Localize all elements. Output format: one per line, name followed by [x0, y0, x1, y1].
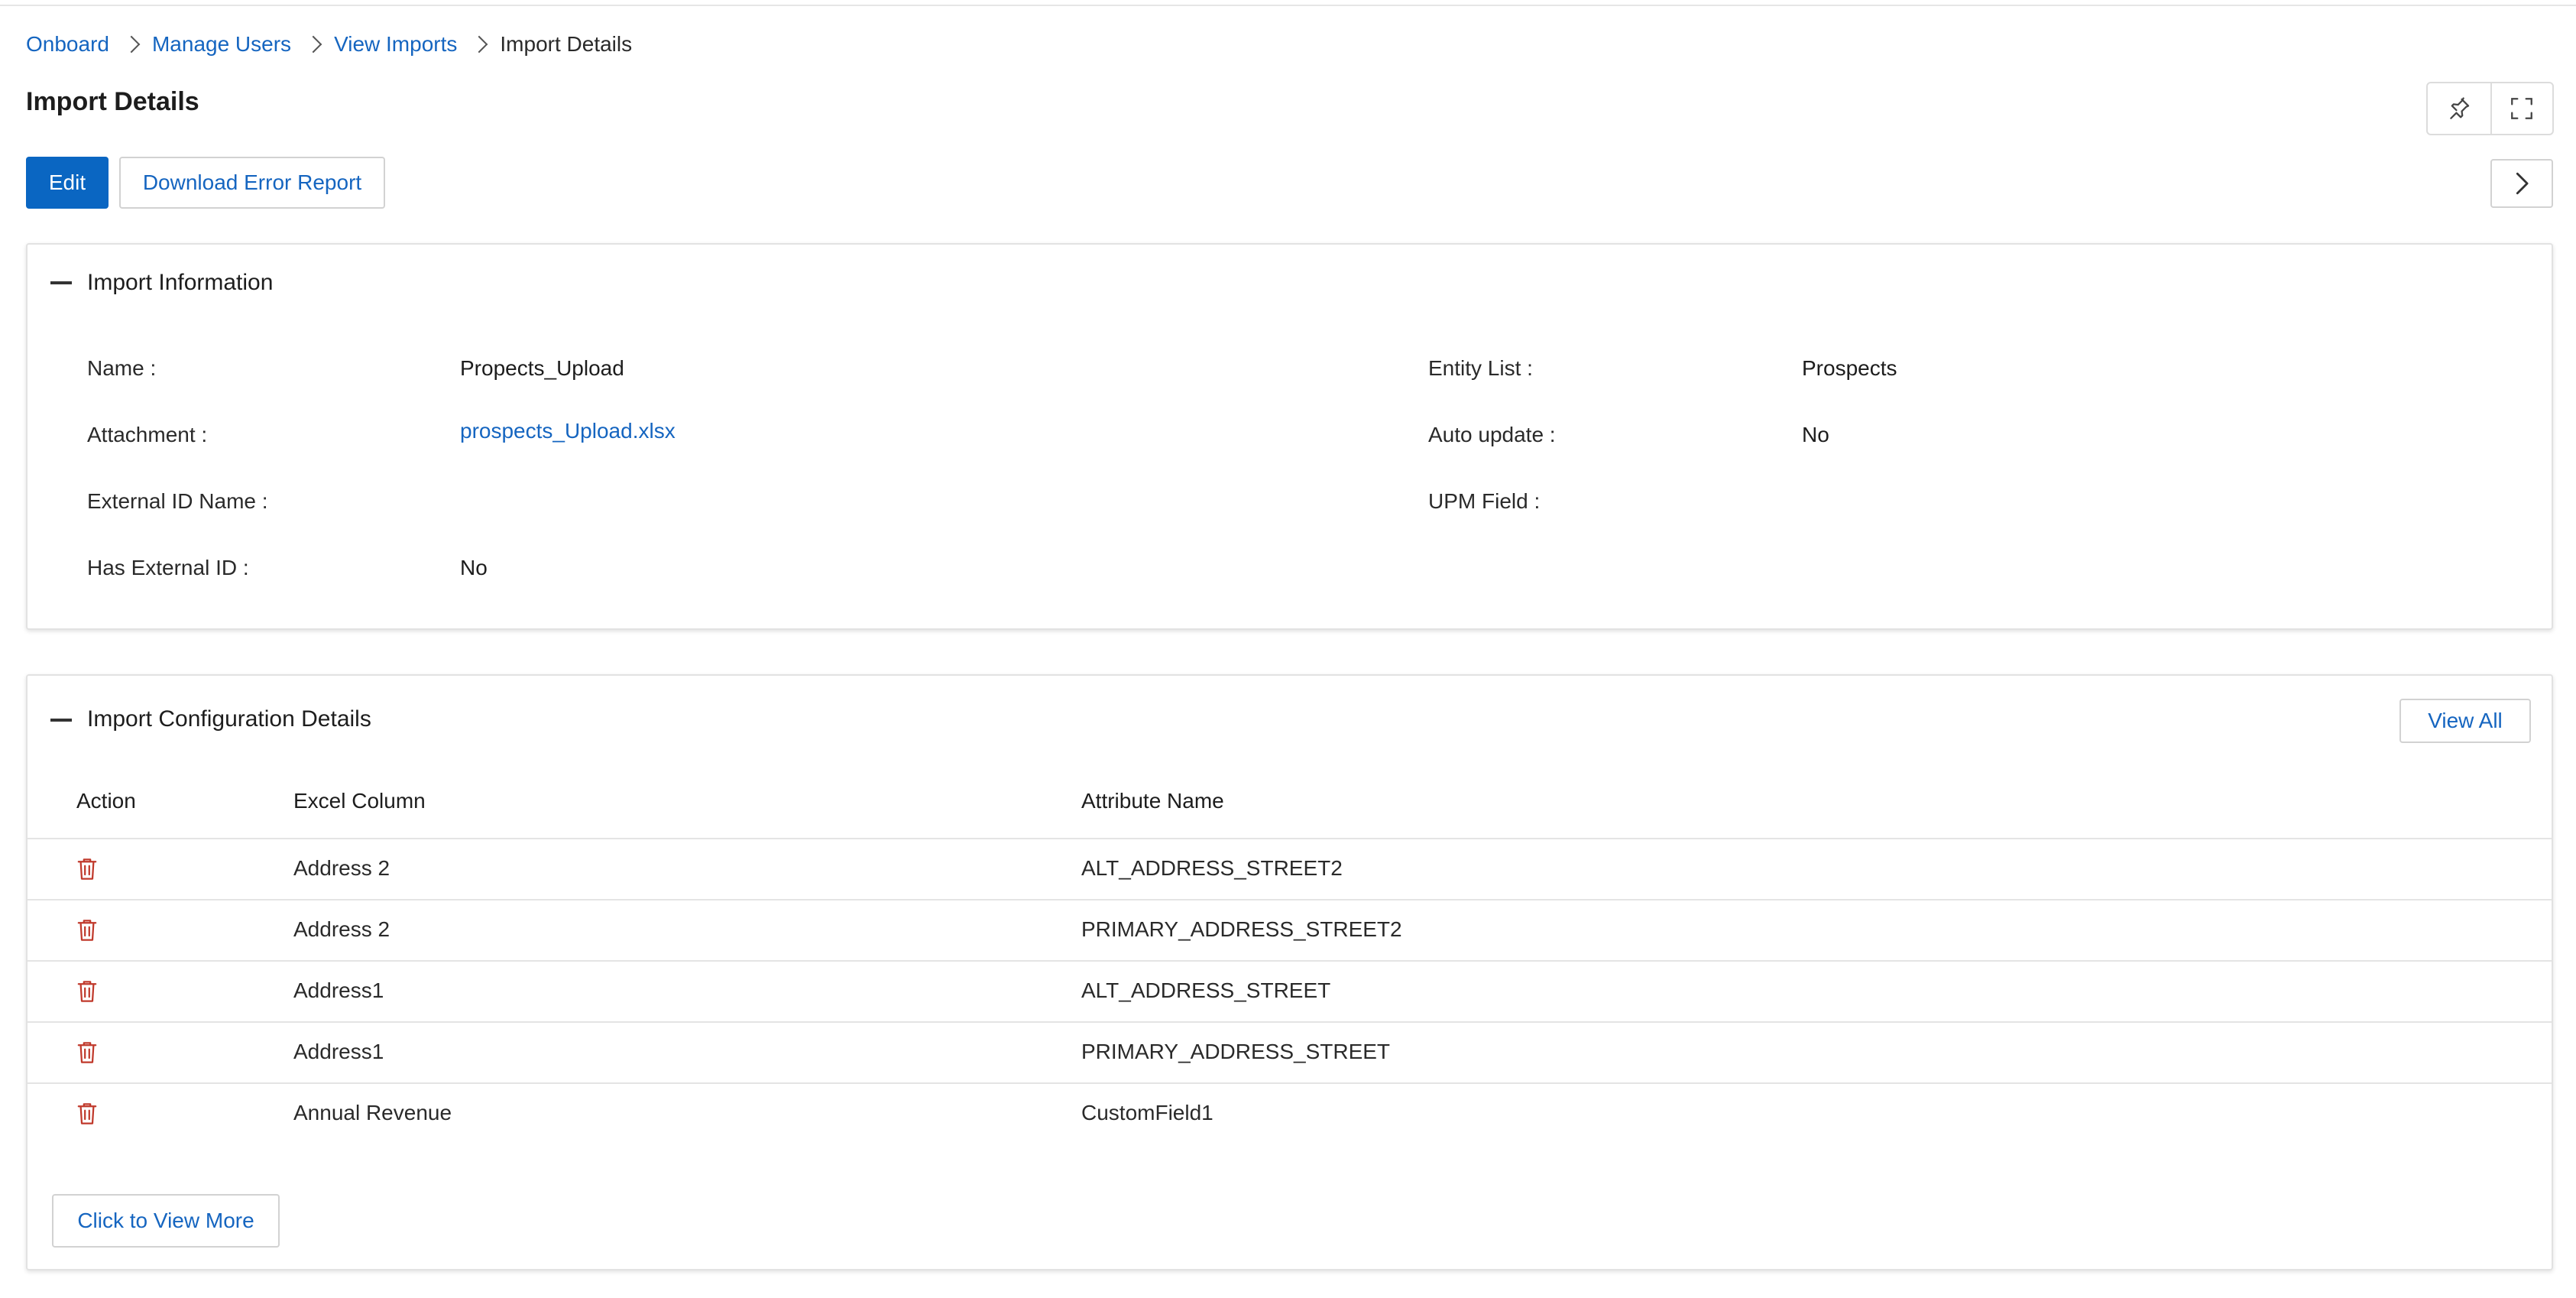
pin-icon	[2449, 97, 2469, 119]
has-external-id-label: Has External ID :	[87, 556, 249, 579]
trash-icon[interactable]	[76, 917, 98, 943]
breadcrumb-view-imports[interactable]: View Imports	[334, 32, 457, 57]
import-configuration-card: Import Configuration Details View All Ac…	[26, 674, 2553, 1270]
edit-button[interactable]: Edit	[26, 157, 109, 209]
import-information-card: Import Information Name : Propects_Uploa…	[26, 243, 2553, 630]
excel-column-cell: Annual Revenue	[293, 1101, 452, 1124]
pin-button[interactable]	[2428, 83, 2490, 134]
upm-field-label: UPM Field :	[1428, 489, 1541, 513]
view-controls	[2426, 82, 2554, 135]
table-row: Address 2 PRIMARY_ADDRESS_STREET2	[28, 899, 2552, 960]
next-button[interactable]	[2490, 159, 2553, 208]
breadcrumb-onboard[interactable]: Onboard	[26, 32, 109, 57]
excel-column-cell: Address 2	[293, 856, 390, 880]
entity-list-value: Prospects	[1802, 356, 1897, 380]
chevron-right-icon	[2516, 172, 2529, 195]
table-row: Address 2 ALT_ADDRESS_STREET2	[28, 838, 2552, 899]
trash-icon[interactable]	[76, 1101, 98, 1127]
import-configuration-title: Import Configuration Details	[87, 706, 371, 732]
entity-list-label: Entity List :	[1428, 356, 1533, 380]
click-to-view-more-button[interactable]: Click to View More	[52, 1194, 280, 1248]
fullscreen-icon	[2511, 98, 2533, 119]
excel-column-cell: Address1	[293, 978, 384, 1002]
attribute-name-cell: ALT_ADDRESS_STREET2	[1081, 856, 1343, 880]
has-external-id-value: No	[460, 556, 488, 579]
excel-column-cell: Address 2	[293, 917, 390, 941]
breadcrumb: Onboard Manage Users View Imports Import…	[26, 29, 632, 60]
trash-icon[interactable]	[76, 1040, 98, 1066]
trash-icon[interactable]	[76, 856, 98, 882]
auto-update-value: No	[1802, 423, 1829, 446]
name-value: Propects_Upload	[460, 356, 624, 380]
table-row: Address1 PRIMARY_ADDRESS_STREET	[28, 1021, 2552, 1082]
name-label: Name :	[87, 356, 157, 380]
column-header-excel-column: Excel Column	[293, 789, 426, 813]
fullscreen-button[interactable]	[2490, 83, 2553, 134]
download-error-report-button[interactable]: Download Error Report	[119, 157, 385, 209]
trash-icon[interactable]	[76, 978, 98, 1004]
attachment-link[interactable]: prospects_Upload.xlsx	[460, 419, 676, 443]
page-title: Import Details	[26, 87, 199, 116]
view-all-button[interactable]: View All	[2399, 699, 2531, 743]
chevron-right-icon	[109, 29, 152, 60]
import-information-title: Import Information	[87, 270, 274, 295]
column-header-action: Action	[76, 789, 136, 813]
minus-icon[interactable]	[50, 719, 72, 722]
chevron-right-icon	[457, 29, 500, 60]
auto-update-label: Auto update :	[1428, 423, 1556, 446]
attribute-name-cell: ALT_ADDRESS_STREET	[1081, 978, 1331, 1002]
breadcrumb-manage-users[interactable]: Manage Users	[152, 32, 291, 57]
external-id-name-label: External ID Name :	[87, 489, 268, 513]
import-information-header: Import Information	[28, 245, 2552, 321]
top-divider	[0, 0, 2576, 6]
column-header-attribute-name: Attribute Name	[1081, 789, 1224, 813]
table-row: Annual Revenue CustomField1	[28, 1082, 2552, 1144]
breadcrumb-current: Import Details	[500, 32, 633, 56]
excel-column-cell: Address1	[293, 1040, 384, 1063]
attribute-name-cell: PRIMARY_ADDRESS_STREET	[1081, 1040, 1391, 1063]
minus-icon[interactable]	[50, 281, 72, 284]
table-row: Address1 ALT_ADDRESS_STREET	[28, 960, 2552, 1021]
chevron-right-icon	[291, 29, 334, 60]
attribute-name-cell: CustomField1	[1081, 1101, 1213, 1124]
import-configuration-header: Import Configuration Details	[28, 676, 2552, 767]
attribute-name-cell: PRIMARY_ADDRESS_STREET2	[1081, 917, 1402, 941]
attachment-label: Attachment :	[87, 423, 208, 446]
